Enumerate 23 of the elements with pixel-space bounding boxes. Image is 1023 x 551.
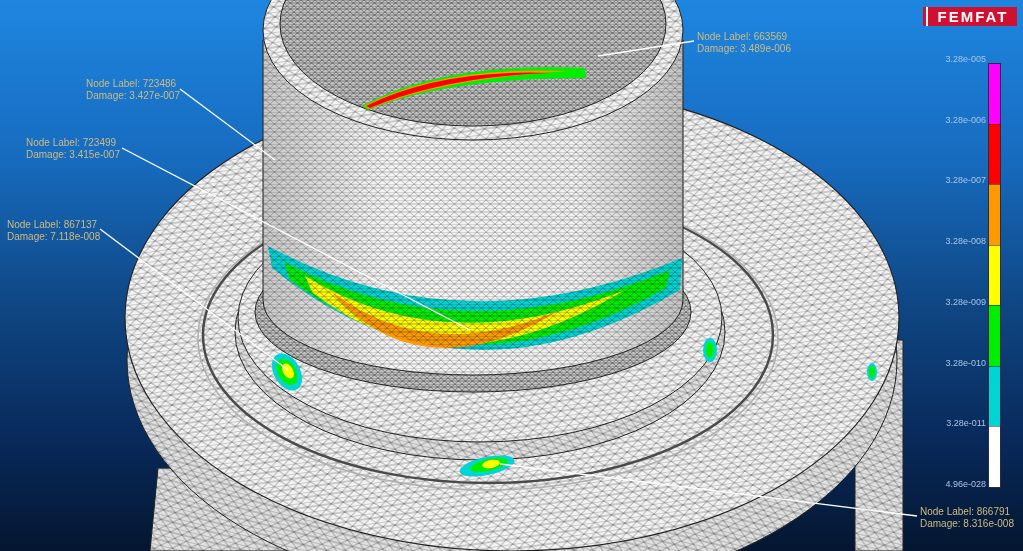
- damage-hotspot: [459, 455, 515, 477]
- legend-tick-label: 3.28e-005: [945, 53, 986, 66]
- node-label-text: Node Label: 723486: [86, 78, 178, 90]
- damage-value-text: Damage: 3.415e-007: [26, 149, 120, 161]
- legend-tick-label: 3.28e-008: [945, 235, 986, 249]
- damage-value-text: Damage: 3.427e-007: [86, 90, 180, 102]
- legend-tick-label: 3.28e-006: [945, 113, 986, 127]
- legend-tick-label: 3.28e-007: [945, 174, 986, 188]
- damage-value-text: Damage: 3.489e-006: [697, 43, 791, 55]
- node-label-text: Node Label: 866791: [920, 506, 1012, 518]
- app-logo: FEMFAT: [923, 7, 1017, 26]
- damage-value-text: Damage: 7.118e-008: [7, 231, 101, 243]
- legend-tick-label: 3.28e-010: [945, 356, 986, 370]
- damage-hotspot: [867, 363, 877, 381]
- legend-tick-label: 3.28e-011: [946, 417, 986, 431]
- legend-tick-label: 4.96e-028: [945, 477, 986, 491]
- node-label-text: Node Label: 867137: [7, 219, 99, 231]
- damage-hotspot: [703, 338, 717, 362]
- node-label-text: Node Label: 663569: [697, 31, 789, 43]
- damage-hotspot: [271, 353, 303, 391]
- node-label-text: Node Label: 723499: [26, 137, 118, 149]
- damage-value-text: Damage: 8.316e-008: [920, 518, 1014, 530]
- legend-tick-label: 3.28e-009: [945, 295, 986, 309]
